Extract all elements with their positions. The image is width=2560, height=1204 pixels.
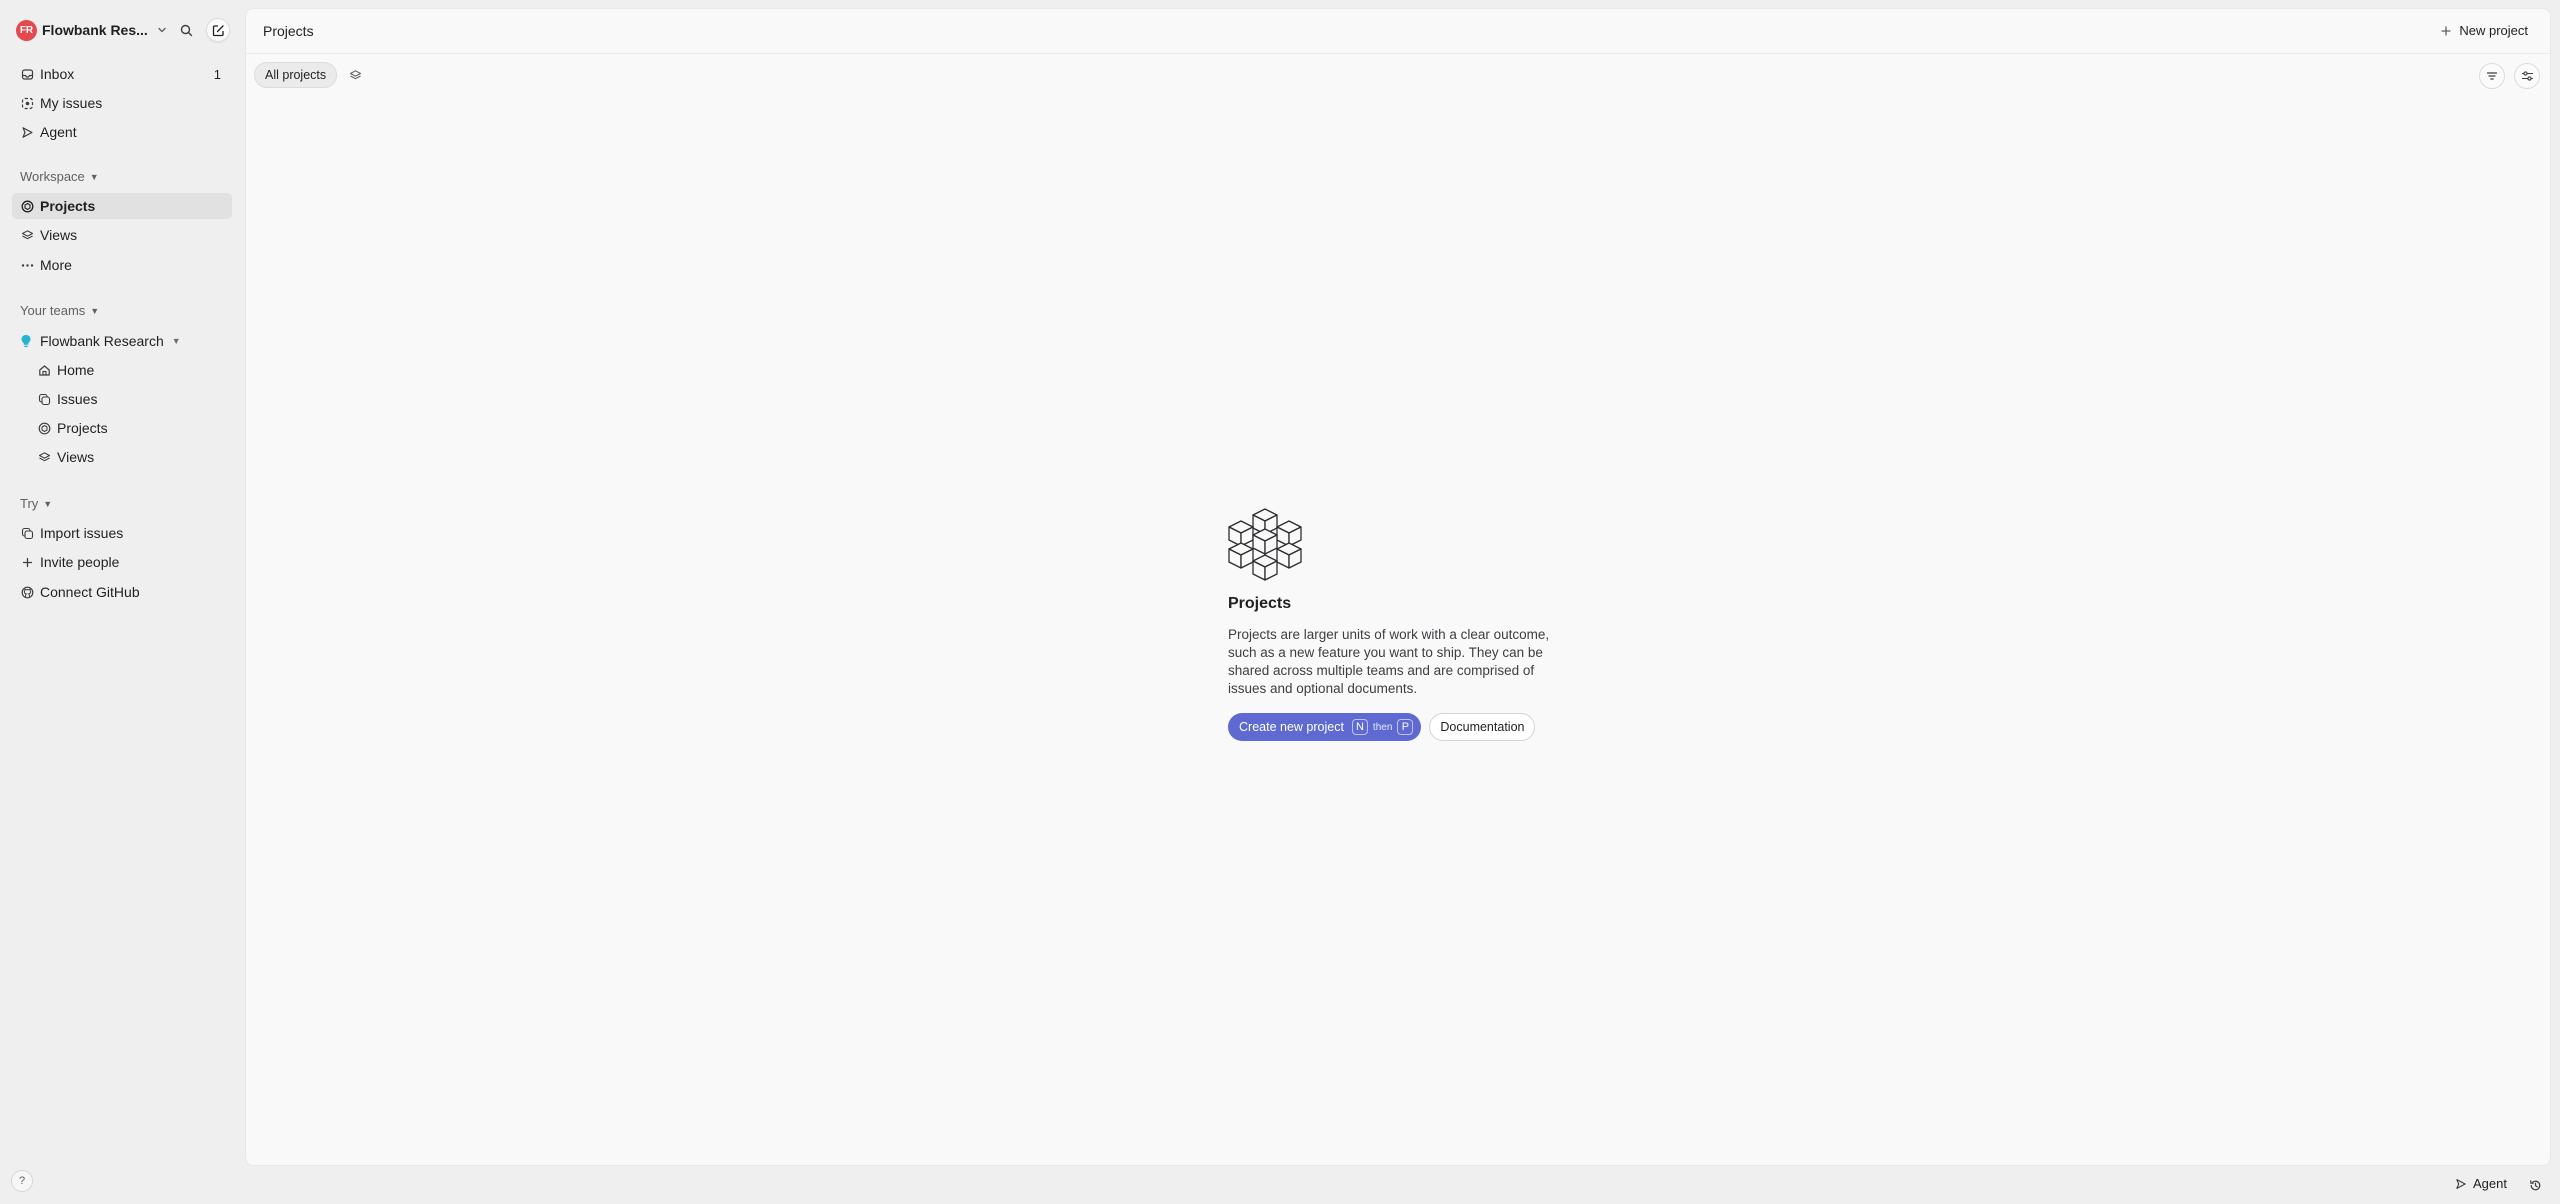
sidebar-item-my-issues[interactable]: My issues (12, 90, 232, 116)
my-issues-icon (20, 96, 34, 110)
section-label: Workspace (20, 169, 85, 184)
main-panel: Projects New project All projects Projec… (245, 8, 2551, 1166)
teams-section-heading[interactable]: Your teams ▼ (20, 303, 99, 318)
plus-icon (20, 555, 34, 569)
caret-down-icon: ▼ (90, 305, 100, 316)
plus-icon (2441, 25, 2452, 36)
sidebar-item-import-issues[interactable]: Import issues (12, 520, 232, 546)
sidebar-item-more[interactable]: More (12, 252, 232, 278)
caret-down-icon: ▼ (89, 171, 99, 182)
workspace-section-heading[interactable]: Workspace ▼ (20, 169, 99, 184)
empty-state-title: Projects (1228, 595, 1292, 612)
sidebar-item-label: My issues (40, 95, 103, 111)
team-icon (20, 334, 32, 348)
agent-button[interactable]: Agent (2455, 1176, 2507, 1191)
sidebar-item-agent[interactable]: Agent (12, 119, 232, 145)
sidebar-item-views[interactable]: Views (12, 222, 232, 248)
try-section-heading[interactable]: Try ▼ (20, 496, 52, 511)
sidebar-item-label: More (40, 257, 72, 273)
sidebar-item-label: Import issues (40, 525, 124, 541)
views-icon (37, 450, 51, 464)
sidebar: FR Flowbank Res... Inbox 1 My issues Age… (0, 0, 245, 1204)
section-label: Try (20, 496, 39, 511)
sidebar-item-label: Projects (57, 420, 108, 436)
sidebar-item-label: Inbox (40, 66, 75, 82)
section-label: Your teams (20, 303, 86, 318)
agent-icon (2455, 1178, 2467, 1190)
cubes-illustration-icon (1228, 507, 1302, 583)
issues-icon (37, 392, 51, 406)
new-project-button[interactable]: New project (2441, 23, 2528, 38)
sidebar-item-invite-people[interactable]: Invite people (12, 549, 232, 575)
sidebar-item-label: Home (57, 362, 95, 378)
sidebar-item-label: Invite people (40, 554, 120, 570)
create-project-label: Create new project (1239, 720, 1344, 734)
more-dots-icon (20, 258, 34, 272)
home-icon (37, 363, 51, 377)
projects-icon (20, 199, 34, 213)
documentation-button[interactable]: Documentation (1429, 713, 1536, 741)
sidebar-item-team-issues[interactable]: Issues (29, 386, 232, 412)
shortcut-key-n: N (1351, 719, 1368, 735)
sidebar-item-label: Views (40, 227, 78, 243)
new-project-label: New project (2459, 23, 2528, 38)
caret-down-icon: ▼ (43, 498, 53, 509)
views-icon[interactable] (347, 67, 363, 83)
shortcut-then-text: then (1372, 721, 1393, 733)
agent-icon (20, 125, 34, 139)
empty-state: Projects Projects are larger units of wo… (1228, 507, 1588, 741)
team-name: Flowbank Research (40, 333, 164, 349)
sidebar-item-label: Views (57, 449, 95, 465)
inbox-count-badge: 1 (213, 66, 221, 82)
header-divider (246, 53, 2550, 54)
empty-state-actions: Create new project N then P Documentatio… (1228, 713, 1588, 741)
sidebar-item-team-projects[interactable]: Projects (29, 415, 232, 441)
empty-state-description: Projects are larger units of work with a… (1228, 627, 1550, 696)
sidebar-item-label: Projects (40, 198, 96, 214)
history-icon[interactable] (2527, 1177, 2543, 1193)
compose-icon (212, 24, 224, 36)
display-options-button[interactable] (2514, 63, 2540, 89)
github-icon (20, 585, 34, 599)
new-issue-button[interactable] (206, 18, 230, 42)
sidebar-item-label: Issues (57, 391, 98, 407)
sidebar-item-team-views[interactable]: Views (29, 444, 232, 470)
help-button[interactable]: ? (11, 1170, 33, 1192)
workspace-switcher[interactable]: FR Flowbank Res... (16, 19, 169, 41)
sidebar-item-label: Agent (40, 124, 77, 140)
filter-icon (2486, 70, 2498, 82)
sidebar-item-label: Connect GitHub (40, 584, 140, 600)
agent-label: Agent (2473, 1176, 2507, 1191)
sidebar-item-connect-github[interactable]: Connect GitHub (12, 579, 232, 605)
inbox-icon (20, 67, 34, 81)
workspace-name: Flowbank Res... (42, 22, 148, 38)
chevron-down-icon (157, 24, 169, 36)
search-icon[interactable] (176, 20, 196, 40)
views-icon (20, 228, 34, 242)
sidebar-item-inbox[interactable]: Inbox 1 (12, 61, 232, 87)
import-icon (20, 526, 34, 540)
sidebar-item-team-home[interactable]: Home (29, 357, 232, 383)
page-title: Projects (263, 23, 314, 39)
sliders-icon (2521, 70, 2534, 82)
projects-icon (37, 421, 51, 435)
workspace-avatar: FR (16, 19, 37, 41)
team-flowbank-research[interactable]: Flowbank Research ▼ (14, 328, 181, 354)
filter-button[interactable] (2479, 63, 2505, 89)
caret-down-icon: ▼ (171, 336, 181, 346)
create-new-project-button[interactable]: Create new project N then P (1228, 713, 1422, 741)
sidebar-item-projects[interactable]: Projects (12, 193, 232, 219)
tab-all-projects[interactable]: All projects (254, 62, 338, 88)
shortcut-key-p: P (1397, 719, 1414, 735)
